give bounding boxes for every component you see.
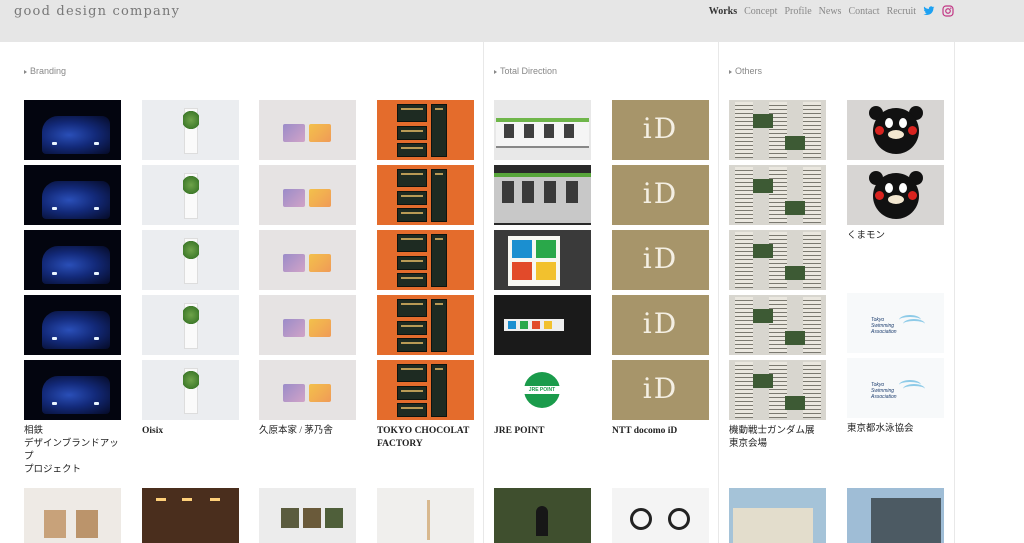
work-thumb[interactable] [729, 230, 826, 290]
work-thumb[interactable] [377, 230, 474, 290]
work-thumb[interactable] [494, 230, 591, 290]
work-caption[interactable]: 相鉄 デザインブランドアップ プロジェクト [24, 425, 121, 477]
column-divider [483, 42, 484, 543]
work-item-jre-point[interactable]: JRE POINT JRE POINT [494, 100, 591, 438]
id-logo: iD [642, 242, 679, 275]
site-logo[interactable]: good design company [14, 4, 180, 19]
work-item-kumamon[interactable]: くまモン [847, 100, 944, 243]
nav-concept[interactable]: Concept [744, 6, 777, 17]
work-item-tokyo-chocolat[interactable]: TOKYO CHOCOLAT FACTORY [377, 100, 474, 451]
triangle-icon [24, 69, 27, 74]
work-thumb[interactable] [142, 488, 239, 543]
work-thumb[interactable] [847, 165, 944, 225]
work-caption[interactable]: 東京都水泳協会 [847, 423, 944, 436]
work-thumb[interactable]: iD [612, 165, 709, 225]
id-logo: iD [642, 177, 679, 210]
instagram-icon[interactable] [942, 5, 954, 17]
work-caption[interactable]: NTT docomo iD [612, 425, 709, 438]
work-thumb[interactable]: JRE POINT [494, 360, 591, 420]
work-caption[interactable]: 機動戦士ガンダム展 東京会場 [729, 425, 826, 451]
section-label-branding: Branding [24, 66, 66, 76]
work-thumb[interactable] [142, 360, 239, 420]
work-thumb[interactable] [142, 100, 239, 160]
work-thumb[interactable] [24, 230, 121, 290]
work-thumb[interactable] [142, 165, 239, 225]
work-item-docomo-id[interactable]: iD iD iD iD iD NTT docomo iD [612, 100, 709, 438]
nav-news[interactable]: News [819, 6, 842, 17]
triangle-icon [494, 69, 497, 74]
work-item-gundam[interactable]: 機動戦士ガンダム展 東京会場 [729, 100, 826, 451]
work-thumb[interactable] [377, 100, 474, 160]
work-thumb[interactable] [24, 488, 121, 543]
work-thumb[interactable] [494, 488, 591, 543]
id-logo: iD [642, 372, 679, 405]
nav-works[interactable]: Works [709, 6, 737, 17]
nav-recruit[interactable]: Recruit [887, 6, 916, 17]
work-thumb[interactable] [377, 295, 474, 355]
nav-profile[interactable]: Profile [784, 6, 811, 17]
work-item-swimming[interactable]: Tokyo Swimming Association Tokyo Swimming As… [847, 293, 944, 436]
work-thumb[interactable] [494, 165, 591, 225]
site-header: good design company Works Concept Profil… [0, 0, 1024, 42]
column-divider [718, 42, 719, 543]
work-caption[interactable]: Oisix [142, 425, 239, 438]
work-thumb[interactable] [377, 488, 474, 543]
work-caption[interactable]: JRE POINT [494, 425, 591, 438]
work-thumb[interactable] [729, 165, 826, 225]
work-item-oisix[interactable]: Oisix [142, 100, 239, 438]
work-item-kubara[interactable]: 久原本家 / 茅乃舎 [259, 100, 356, 438]
work-thumb[interactable] [847, 100, 944, 160]
work-caption[interactable]: TOKYO CHOCOLAT FACTORY [377, 425, 474, 451]
work-thumb[interactable]: iD [612, 100, 709, 160]
section-label-others: Others [729, 66, 762, 76]
id-logo: iD [642, 112, 679, 145]
work-thumb[interactable] [142, 295, 239, 355]
work-thumb[interactable] [729, 100, 826, 160]
main-nav: Works Concept Profile News Contact Recru… [709, 5, 954, 17]
work-thumb[interactable] [494, 100, 591, 160]
work-thumb[interactable]: iD [612, 360, 709, 420]
nav-contact[interactable]: Contact [848, 6, 879, 17]
work-thumb[interactable] [377, 165, 474, 225]
work-thumb[interactable] [377, 360, 474, 420]
work-thumb[interactable] [729, 360, 826, 420]
work-thumb[interactable] [259, 230, 356, 290]
work-thumb[interactable] [142, 230, 239, 290]
work-caption[interactable]: くまモン [847, 230, 944, 243]
twitter-icon[interactable] [923, 5, 935, 17]
id-logo: iD [642, 307, 679, 340]
work-thumb[interactable]: iD [612, 230, 709, 290]
work-thumb[interactable] [259, 295, 356, 355]
section-label-total-direction: Total Direction [494, 66, 557, 76]
work-thumb[interactable] [24, 100, 121, 160]
jre-point-logo: JRE POINT [528, 387, 556, 393]
work-thumb[interactable] [259, 165, 356, 225]
work-thumb[interactable] [729, 488, 826, 543]
work-thumb[interactable] [24, 360, 121, 420]
work-thumb[interactable] [24, 295, 121, 355]
triangle-icon [729, 69, 732, 74]
work-thumb[interactable] [612, 488, 709, 543]
work-thumb[interactable] [24, 165, 121, 225]
work-thumb[interactable] [847, 488, 944, 543]
work-thumb[interactable]: iD [612, 295, 709, 355]
work-thumb[interactable]: Tokyo Swimming Association [847, 358, 944, 418]
work-thumb[interactable] [259, 360, 356, 420]
work-thumb[interactable] [259, 100, 356, 160]
work-thumb[interactable] [729, 295, 826, 355]
work-thumb[interactable]: Tokyo Swimming Association [847, 293, 944, 353]
column-divider [954, 42, 955, 543]
work-item-sotetsu[interactable]: 相鉄 デザインブランドアップ プロジェクト [24, 100, 121, 477]
work-caption[interactable]: 久原本家 / 茅乃舎 [259, 425, 356, 438]
work-thumb[interactable] [494, 295, 591, 355]
work-thumb[interactable] [259, 488, 356, 543]
